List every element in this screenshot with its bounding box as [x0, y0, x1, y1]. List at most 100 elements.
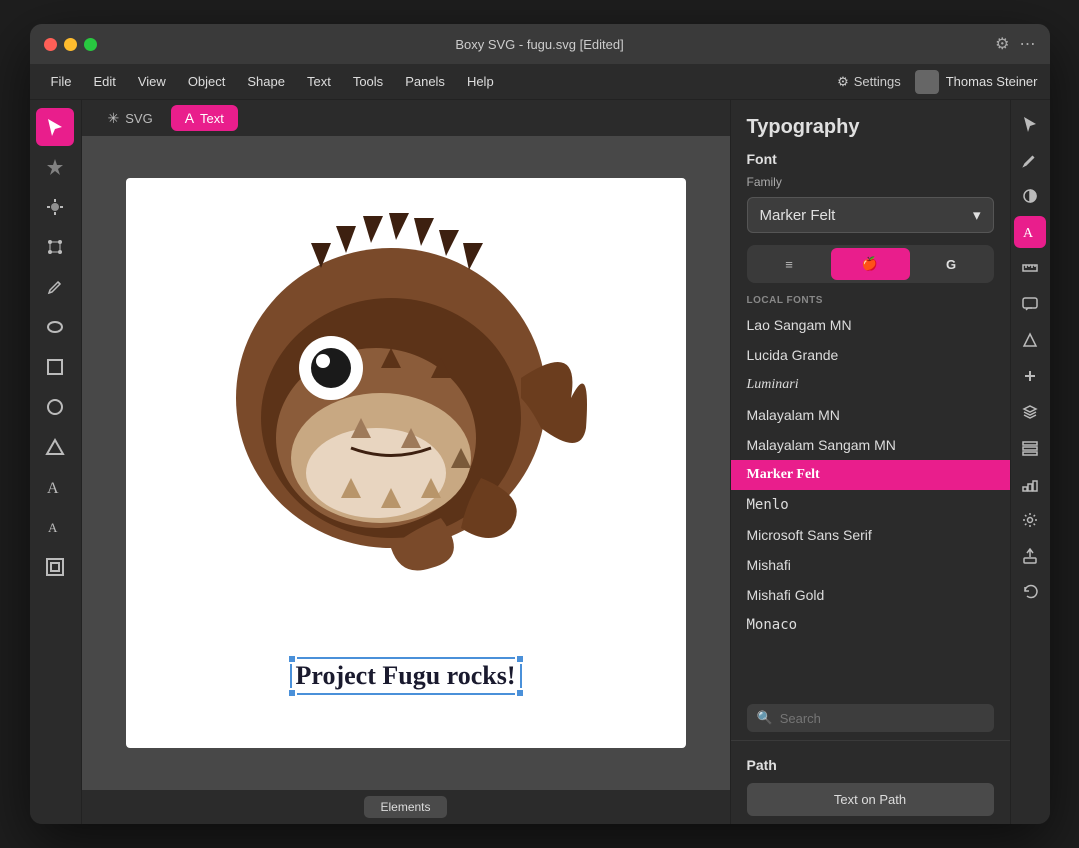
font-list: Lao Sangam MN Lucida Grande Luminari Mal… [731, 310, 1010, 696]
rtool-plus[interactable] [1014, 360, 1046, 392]
titlebar-right: ⚙ ⋯ [995, 34, 1035, 54]
bottom-bar: Elements [82, 790, 730, 824]
rtool-triangle[interactable] [1014, 324, 1046, 356]
handle-top-right[interactable] [515, 654, 525, 664]
font-item-marker-felt[interactable]: Marker Felt [731, 460, 1010, 490]
font-item-menlo[interactable]: Menlo [731, 490, 1010, 520]
menu-object[interactable]: Object [179, 70, 235, 93]
typography-panel: Typography Font Family Marker Felt ▾ ≡ 🍎… [730, 100, 1010, 824]
tool-triangle[interactable] [36, 428, 74, 466]
svg-text:A: A [47, 480, 59, 497]
family-label: Family [731, 173, 1010, 197]
left-toolbar: A A [30, 100, 82, 824]
tool-select[interactable] [36, 108, 74, 146]
canvas-area: ✳ SVG A Text [82, 100, 730, 824]
font-item-lucida[interactable]: Lucida Grande [731, 340, 1010, 370]
rtool-list[interactable] [1014, 432, 1046, 464]
rtool-pointer[interactable] [1014, 108, 1046, 140]
user-name: Thomas Steiner [946, 74, 1038, 89]
menu-file[interactable]: File [42, 70, 81, 93]
menu-shape[interactable]: Shape [238, 70, 294, 93]
tab-text[interactable]: A Text [171, 105, 238, 131]
puzzle-icon[interactable]: ⚙ [995, 34, 1009, 54]
font-family-dropdown[interactable]: Marker Felt ▾ [747, 197, 994, 233]
menu-edit[interactable]: Edit [84, 70, 124, 93]
font-tab-google[interactable]: G [912, 248, 991, 280]
rtool-library[interactable] [1014, 468, 1046, 500]
canvas-text[interactable]: Project Fugu rocks! [292, 659, 520, 693]
tool-text-small[interactable]: A [36, 508, 74, 546]
menu-panels[interactable]: Panels [396, 70, 454, 93]
apple-icon: 🍎 [862, 256, 878, 272]
rtool-text[interactable]: A [1014, 216, 1046, 248]
font-tab-all[interactable]: ≡ [750, 248, 829, 280]
tool-pan[interactable] [36, 188, 74, 226]
handle-bottom-right[interactable] [515, 688, 525, 698]
menu-view[interactable]: View [129, 70, 175, 93]
canvas-tabs: ✳ SVG A Text [82, 100, 730, 136]
selected-font-name: Marker Felt [760, 207, 836, 224]
search-icon: 🔍 [757, 710, 773, 726]
elements-button[interactable]: Elements [364, 796, 446, 818]
settings-button[interactable]: ⚙ Settings [837, 74, 901, 90]
font-item-mishafi[interactable]: Mishafi [731, 550, 1010, 580]
font-item-lao[interactable]: Lao Sangam MN [731, 310, 1010, 340]
right-toolbar: A [1010, 100, 1050, 824]
app-window: Boxy SVG - fugu.svg [Edited] ⚙ ⋯ File Ed… [30, 24, 1050, 824]
menu-text[interactable]: Text [298, 70, 340, 93]
rtool-gear[interactable] [1014, 504, 1046, 536]
tool-circle[interactable] [36, 388, 74, 426]
maximize-button[interactable] [84, 38, 97, 51]
fugu-illustration [191, 188, 621, 618]
tool-pen[interactable] [36, 268, 74, 306]
rtool-export[interactable] [1014, 540, 1046, 572]
window-title: Boxy SVG - fugu.svg [Edited] [455, 37, 623, 52]
main-area: A A ✳ SVG A Text [30, 100, 1050, 824]
canvas-viewport[interactable]: Project Fugu rocks! [82, 136, 730, 790]
settings-label: Settings [854, 74, 901, 89]
canvas-text-content: Project Fugu rocks! [296, 661, 516, 690]
svg-text:A: A [1023, 226, 1034, 240]
font-item-malayalam[interactable]: Malayalam MN [731, 400, 1010, 430]
font-item-malayalam-sangam[interactable]: Malayalam Sangam MN [731, 430, 1010, 460]
svg-text:A: A [48, 520, 58, 535]
text-tab-icon: A [185, 110, 194, 126]
font-section-title: Font [731, 147, 1010, 173]
more-icon[interactable]: ⋯ [1020, 34, 1036, 54]
tool-text-large[interactable]: A [36, 468, 74, 506]
font-item-monaco[interactable]: Monaco [731, 610, 1010, 640]
rtool-pencil[interactable] [1014, 144, 1046, 176]
divider [731, 740, 1010, 741]
tab-text-label: Text [200, 111, 224, 126]
font-search-input[interactable] [780, 711, 984, 726]
path-section-title: Path [747, 757, 994, 773]
avatar [915, 70, 939, 94]
rtool-undo[interactable] [1014, 576, 1046, 608]
traffic-lights [44, 38, 97, 51]
settings-icon: ⚙ [837, 74, 849, 90]
rtool-ruler[interactable] [1014, 252, 1046, 284]
font-item-mishafi-gold[interactable]: Mishafi Gold [731, 580, 1010, 610]
handle-top-left[interactable] [287, 654, 297, 664]
font-tab-system[interactable]: 🍎 [831, 248, 910, 280]
tool-ellipse[interactable] [36, 308, 74, 346]
rtool-comment[interactable] [1014, 288, 1046, 320]
font-item-luminari[interactable]: Luminari [731, 370, 1010, 400]
minimize-button[interactable] [64, 38, 77, 51]
tool-nodes[interactable] [36, 228, 74, 266]
rtool-layers[interactable] [1014, 396, 1046, 428]
canvas-paper: Project Fugu rocks! [126, 178, 686, 748]
tool-frame[interactable] [36, 548, 74, 586]
menu-tools[interactable]: Tools [344, 70, 392, 93]
menu-help[interactable]: Help [458, 70, 503, 93]
handle-bottom-left[interactable] [287, 688, 297, 698]
text-on-path-button[interactable]: Text on Path [747, 783, 994, 816]
tool-rect[interactable] [36, 348, 74, 386]
tool-node[interactable] [36, 148, 74, 186]
close-button[interactable] [44, 38, 57, 51]
rtool-contrast[interactable] [1014, 180, 1046, 212]
tab-svg[interactable]: ✳ SVG [94, 105, 167, 132]
font-item-microsoft[interactable]: Microsoft Sans Serif [731, 520, 1010, 550]
user-badge: Thomas Steiner [915, 70, 1038, 94]
path-section: Path Text on Path [731, 749, 1010, 824]
